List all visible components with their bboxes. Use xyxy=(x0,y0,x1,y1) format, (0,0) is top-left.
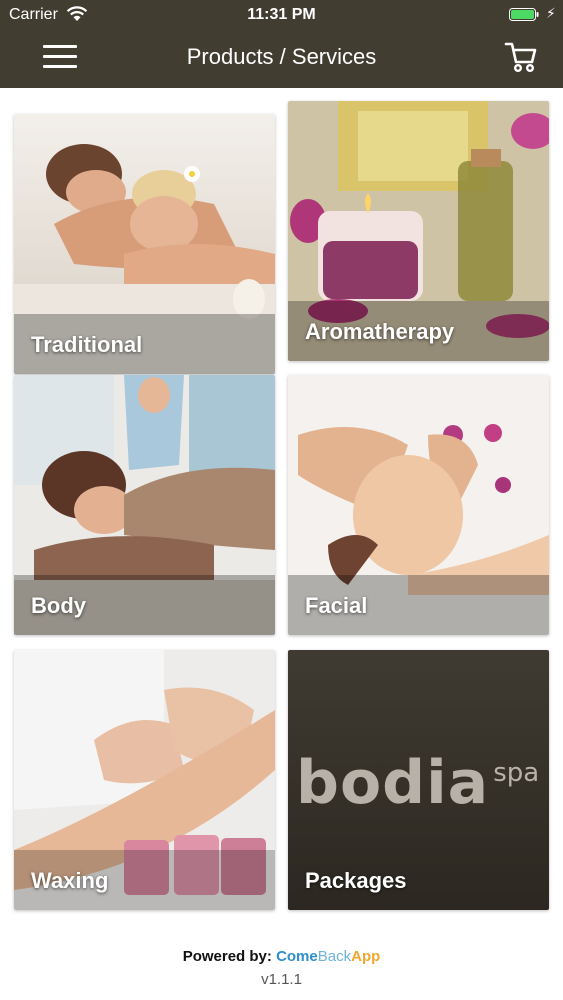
page-title: Products / Services xyxy=(186,44,377,69)
charging-bolt-icon: ⚡ xyxy=(546,5,556,21)
tile-label: Facial xyxy=(305,593,368,618)
shopping-cart-icon[interactable] xyxy=(503,40,539,74)
battery-icon xyxy=(509,8,539,21)
tile-aromatherapy[interactable]: Aromatherapy xyxy=(288,101,549,361)
powered-by-label: Powered by: xyxy=(182,948,272,965)
tile-packages[interactable]: bodia spa Packages xyxy=(288,650,549,910)
tile-traditional[interactable]: Traditional xyxy=(14,114,275,374)
tile-label: Aromatherapy xyxy=(305,319,455,344)
tile-label: Waxing xyxy=(31,868,109,893)
tile-label: Traditional xyxy=(31,332,143,357)
bodia-logo: bodia spa xyxy=(296,748,546,818)
status-bar: Carrier 11:31 PM ⚡ xyxy=(0,0,563,30)
comebackapp-link[interactable]: ComeBackApp xyxy=(276,948,380,965)
app-header: Carrier 11:31 PM ⚡ Products / Services xyxy=(0,0,563,88)
tile-waxing[interactable]: Waxing xyxy=(14,650,275,910)
tile-label: Packages xyxy=(305,868,407,893)
status-time: 11:31 PM xyxy=(247,6,316,23)
bodia-logo-text: bodia xyxy=(296,748,490,818)
tile-label: Body xyxy=(31,593,86,618)
tile-body[interactable]: Body xyxy=(14,375,275,635)
tile-facial[interactable]: Facial xyxy=(288,375,549,635)
bodia-logo-sub: spa xyxy=(493,758,540,788)
powered-by: Powered by: ComeBackApp xyxy=(0,948,563,965)
app-version: v1.1.1 xyxy=(261,971,302,988)
